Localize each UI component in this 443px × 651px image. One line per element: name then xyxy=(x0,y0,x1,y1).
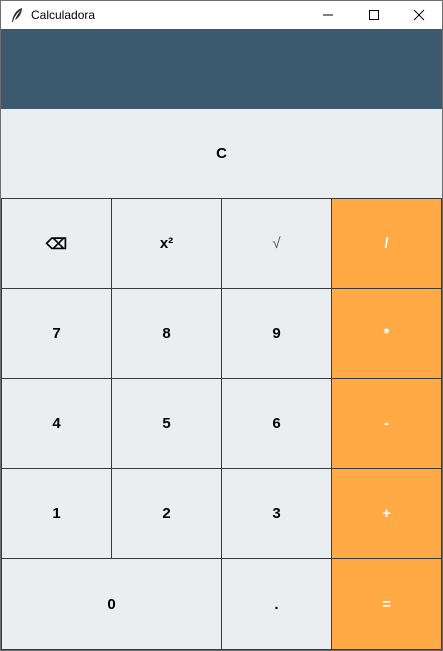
feather-icon xyxy=(12,8,22,22)
close-button[interactable] xyxy=(396,1,442,29)
digit-4-button[interactable]: 4 xyxy=(1,378,112,469)
equals-button[interactable]: = xyxy=(331,558,442,650)
digit-2-button[interactable]: 2 xyxy=(111,468,222,559)
digit-3-button[interactable]: 3 xyxy=(221,468,332,559)
clear-button[interactable]: C xyxy=(1,109,442,198)
digit-8-button[interactable]: 8 xyxy=(111,288,222,379)
digit-1-button[interactable]: 1 xyxy=(1,468,112,559)
subtract-button[interactable]: - xyxy=(331,378,442,469)
square-button[interactable]: x² xyxy=(111,198,222,289)
maximize-icon xyxy=(369,10,379,20)
divide-button[interactable]: / xyxy=(331,198,442,289)
digit-6-button[interactable]: 6 xyxy=(221,378,332,469)
sqrt-button[interactable]: √ xyxy=(221,198,332,289)
display-panel xyxy=(1,29,442,109)
multiply-button[interactable]: * xyxy=(331,288,442,379)
keypad: ⌫ x² √ / 7 8 9 * 4 5 6 - 1 2 3 + 0 . = xyxy=(1,198,442,650)
window-title: Calculadora xyxy=(31,8,96,22)
title-bar[interactable]: Calculadora xyxy=(1,1,442,29)
digit-7-button[interactable]: 7 xyxy=(1,288,112,379)
maximize-button[interactable] xyxy=(351,1,397,29)
minimize-button[interactable] xyxy=(305,1,351,29)
decimal-button[interactable]: . xyxy=(221,558,332,650)
digit-5-button[interactable]: 5 xyxy=(111,378,222,469)
close-icon xyxy=(413,9,425,21)
minimize-icon xyxy=(323,14,333,16)
calculator-window: Calculadora C ⌫ x² √ / 7 8 9 * 4 5 6 - 1… xyxy=(0,0,443,651)
add-button[interactable]: + xyxy=(331,468,442,559)
digit-0-button[interactable]: 0 xyxy=(1,558,222,650)
digit-9-button[interactable]: 9 xyxy=(221,288,332,379)
backspace-button[interactable]: ⌫ xyxy=(1,198,112,289)
